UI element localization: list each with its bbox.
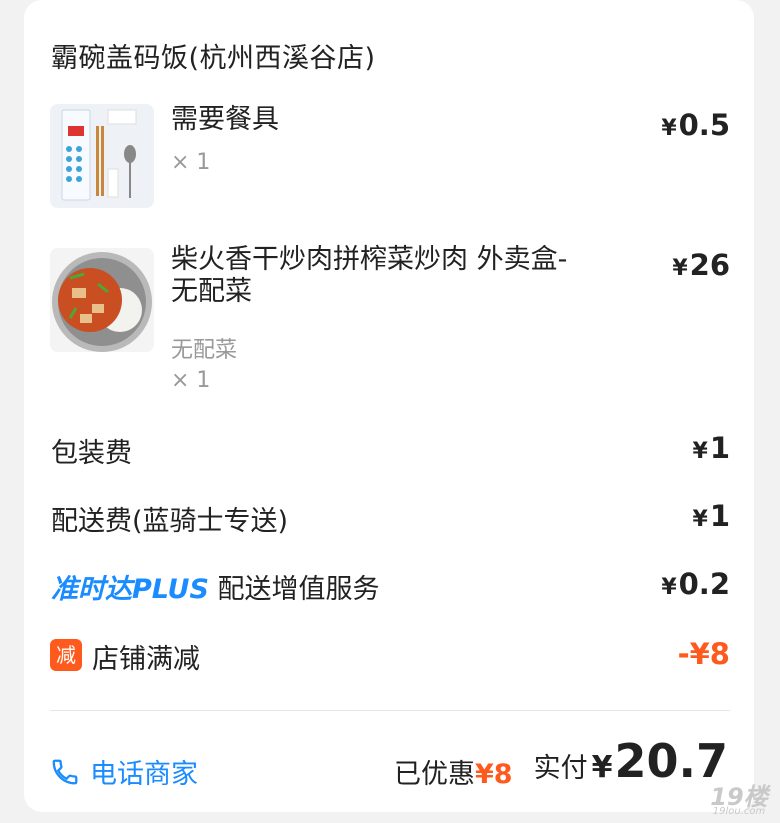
item-quantity: × 1 <box>171 150 211 175</box>
item-price-value: 0.5 <box>678 108 730 142</box>
plus-service-row[interactable]: 准时达PLUS 配送增值服务 ¥0.2 <box>24 567 754 607</box>
plus-brand-logo: 准时达PLUS <box>51 574 209 605</box>
call-merchant-label: 电话商家 <box>90 759 198 790</box>
plus-service-amount: 0.2 <box>678 567 730 601</box>
store-discount-label: 店铺满减 <box>92 644 200 675</box>
plus-service-value: ¥0.2 <box>661 567 730 601</box>
item-quantity: × 1 <box>171 368 211 393</box>
packaging-fee-row: 包装费 ¥1 <box>24 431 754 471</box>
currency-symbol: ¥ <box>591 750 613 785</box>
food-bowl-icon <box>50 248 154 352</box>
paid-summary: 实付 ¥ 20.7 <box>534 734 728 788</box>
watermark-sub: 19lou.com <box>712 806 766 817</box>
currency-symbol: ¥ <box>692 507 708 532</box>
item-price: ¥26 <box>672 248 730 282</box>
packaging-fee-label: 包装费 <box>51 438 132 469</box>
item-name: 柴火香干炒肉拼榨菜炒肉 外卖盒-无配菜 <box>171 244 568 307</box>
currency-symbol: ¥ <box>692 439 708 464</box>
currency-symbol: ¥ <box>672 256 688 281</box>
store-discount-value: -¥8 <box>677 637 730 671</box>
site-watermark: 19楼 19lou.com <box>704 777 774 817</box>
packaging-fee-amount: 1 <box>709 431 730 465</box>
plus-service-text: 配送增值服务 <box>217 574 380 605</box>
delivery-fee-value: ¥1 <box>693 499 731 533</box>
saved-label: 已优惠 <box>394 759 475 790</box>
order-footer: 电话商家 已优惠¥8 实付 ¥ 20.7 <box>24 730 754 810</box>
order-card: 霸碗盖码饭(杭州西溪谷店) 需要餐具 × 1 ¥0.5 柴火香干炒肉拼榨菜炒肉 … <box>24 0 754 812</box>
divider <box>50 710 730 711</box>
phone-icon <box>52 759 78 784</box>
currency-symbol: ¥ <box>661 575 677 600</box>
delivery-fee-label: 配送费(蓝骑士专送) <box>51 506 289 537</box>
delivery-fee-row: 配送费(蓝骑士专送) ¥1 <box>24 499 754 539</box>
packaging-fee-value: ¥1 <box>693 431 731 465</box>
item-option: 无配菜 <box>171 338 238 363</box>
saved-amount: ¥8 <box>475 759 513 790</box>
call-merchant-button[interactable]: 电话商家 <box>50 752 198 791</box>
discount-badge: 减 <box>50 639 82 671</box>
item-name: 需要餐具 <box>171 104 279 135</box>
delivery-fee-amount: 1 <box>709 499 730 533</box>
item-price-value: 26 <box>689 248 730 282</box>
currency-symbol: ¥ <box>661 116 677 141</box>
saved-summary: 已优惠¥8 <box>394 752 513 791</box>
item-price: ¥0.5 <box>661 108 730 142</box>
cutlery-pack-icon <box>50 104 154 208</box>
paid-label: 实付 <box>533 753 588 784</box>
store-discount-row: 减 店铺满减 -¥8 <box>24 637 754 677</box>
plus-service-label: 准时达PLUS 配送增值服务 <box>51 567 379 606</box>
shop-name[interactable]: 霸碗盖码饭(杭州西溪谷店) <box>51 36 376 75</box>
